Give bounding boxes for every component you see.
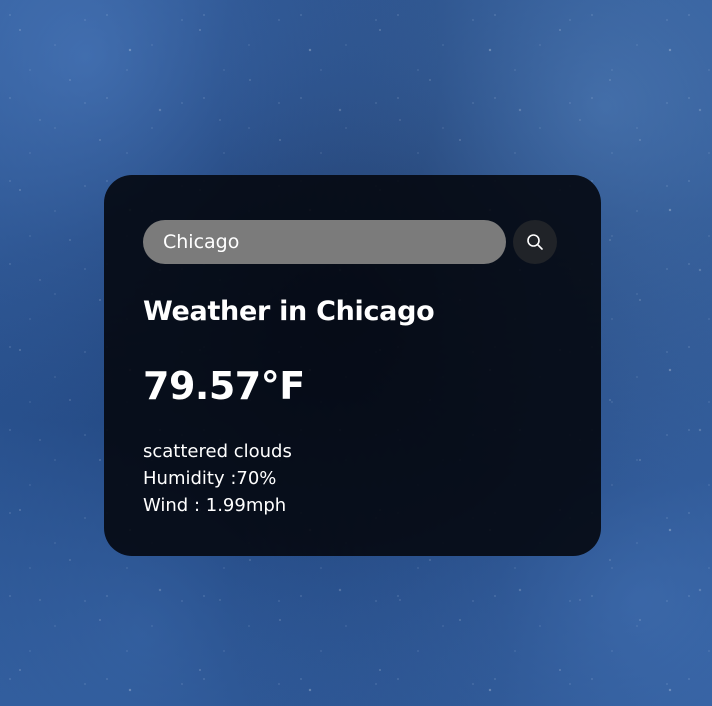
humidity: Humidity :70%	[143, 468, 277, 489]
weather-description: scattered clouds	[143, 441, 292, 462]
search-input[interactable]	[143, 220, 506, 264]
weather-details: scattered clouds Humidity :70% Wind : 1.…	[143, 438, 292, 519]
search-icon	[526, 233, 544, 251]
temperature: 79.57°F	[143, 364, 305, 408]
weather-title: Weather in Chicago	[143, 296, 435, 327]
wind: Wind : 1.99mph	[143, 495, 287, 516]
weather-card: Weather in Chicago 79.57°F scattered clo…	[104, 175, 601, 556]
search-button[interactable]	[513, 220, 557, 264]
search-bar	[143, 220, 557, 264]
